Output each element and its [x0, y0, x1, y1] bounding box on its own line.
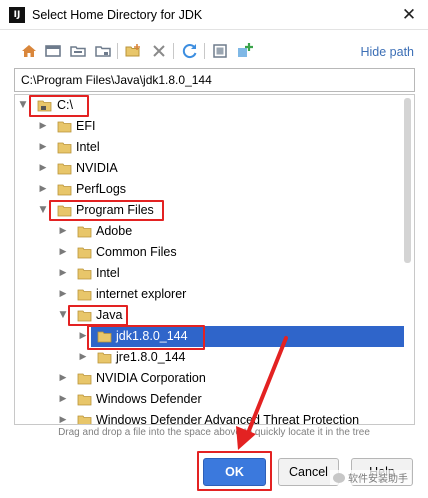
tree-row-windows-defender[interactable]: ▶ Windows Defender	[15, 389, 404, 410]
collapsed-arrow-icon[interactable]: ▶	[38, 158, 48, 179]
collapsed-arrow-icon[interactable]: ▶	[58, 368, 68, 389]
tree-row-adobe[interactable]: ▶ Adobe	[15, 221, 404, 242]
toolbar-separator	[117, 43, 118, 59]
tree-item-label: Adobe	[96, 224, 133, 238]
home-icon[interactable]	[20, 42, 38, 60]
collapsed-arrow-icon[interactable]: ▶	[58, 410, 68, 424]
tree-row-internet-explorer[interactable]: ▶ internet explorer	[15, 284, 404, 305]
tree-item-label: Windows Defender	[96, 392, 202, 406]
folder-icon	[97, 351, 112, 364]
title-bar: IJ Select Home Directory for JDK ✕	[0, 0, 428, 30]
intellij-app-icon: IJ	[9, 7, 25, 23]
tree-item-label: jre1.8.0_144	[116, 350, 186, 364]
watermark-text: 软件安装助手	[348, 474, 408, 485]
annotation-box-drive	[29, 95, 89, 117]
watermark: 软件安装助手	[330, 470, 411, 485]
project-icon[interactable]	[69, 42, 87, 60]
collapsed-arrow-icon[interactable]: ▶	[58, 263, 68, 284]
tree-item-label: internet explorer	[96, 287, 187, 301]
add-icon[interactable]	[236, 42, 254, 60]
folder-icon	[77, 372, 92, 385]
tree-row-intel-pf[interactable]: ▶ Intel	[15, 263, 404, 284]
collapsed-arrow-icon[interactable]: ▶	[38, 137, 48, 158]
collapsed-arrow-icon[interactable]: ▶	[58, 221, 68, 242]
annotation-box-java	[68, 305, 128, 326]
ok-button[interactable]: OK	[203, 458, 266, 486]
toolbar-separator	[173, 43, 174, 59]
expanded-arrow-icon[interactable]: ▼	[18, 95, 28, 116]
delete-icon[interactable]	[150, 42, 168, 60]
show-hidden-icon[interactable]	[211, 42, 229, 60]
new-folder-icon[interactable]	[124, 42, 142, 60]
tree-row-jdk-selected[interactable]: ▶ jdk1.8.0_144	[15, 326, 404, 347]
tree-item-label: Windows Defender Advanced Threat Protect…	[96, 413, 360, 425]
folder-icon	[77, 246, 92, 259]
tree-item-label: EFI	[76, 119, 96, 133]
toolbar: Hide path	[0, 38, 428, 64]
folder-icon	[57, 183, 72, 196]
tree-item-label: Common Files	[96, 245, 177, 259]
expanded-arrow-icon[interactable]: ▼	[58, 305, 68, 326]
collapsed-arrow-icon[interactable]: ▶	[58, 284, 68, 305]
tree-item-label: NVIDIA Corporation	[96, 371, 206, 385]
collapsed-arrow-icon[interactable]: ▶	[58, 242, 68, 263]
tree-row-jre[interactable]: ▶ jre1.8.0_144	[15, 347, 404, 368]
folder-icon	[77, 267, 92, 280]
desktop-icon[interactable]	[44, 42, 62, 60]
vertical-scrollbar[interactable]	[404, 98, 411, 263]
wechat-icon	[333, 473, 345, 483]
collapsed-arrow-icon[interactable]: ▶	[38, 116, 48, 137]
collapsed-arrow-icon[interactable]: ▶	[58, 389, 68, 410]
annotation-box-jdk	[87, 325, 205, 350]
tree-item-label: Intel	[96, 266, 120, 280]
tree-item-label: NVIDIA	[76, 161, 118, 175]
folder-icon	[77, 225, 92, 238]
folder-icon	[57, 162, 72, 175]
expanded-arrow-icon[interactable]: ▼	[38, 200, 48, 221]
tree-row-windows-defender-atp[interactable]: ▶ Windows Defender Advanced Threat Prote…	[15, 410, 404, 425]
folder-icon	[77, 393, 92, 406]
tree-row-perflogs[interactable]: ▶ PerfLogs	[15, 179, 404, 200]
tree-row-intel[interactable]: ▶ Intel	[15, 137, 404, 158]
tree-item-label: PerfLogs	[76, 182, 127, 196]
refresh-icon[interactable]	[181, 42, 199, 60]
tree-row-common-files[interactable]: ▶ Common Files	[15, 242, 404, 263]
folder-icon	[77, 288, 92, 301]
tree-row-nvidia[interactable]: ▶ NVIDIA	[15, 158, 404, 179]
hide-path-link[interactable]: Hide path	[360, 45, 414, 59]
dialog-title: Select Home Directory for JDK	[32, 8, 203, 22]
drag-drop-hint: Drag and drop a file into the space abov…	[58, 427, 370, 438]
toolbar-separator	[204, 43, 205, 59]
collapsed-arrow-icon[interactable]: ▶	[38, 179, 48, 200]
close-icon[interactable]: ✕	[398, 4, 420, 26]
module-icon[interactable]	[94, 42, 112, 60]
folder-icon	[57, 141, 72, 154]
directory-tree[interactable]: ▼ C:\ ▶ EFI ▶ Intel ▶ NVIDIA ▶ PerfLogs	[14, 94, 415, 425]
folder-icon	[57, 120, 72, 133]
path-input[interactable]: C:\Program Files\Java\jdk1.8.0_144	[14, 68, 415, 92]
annotation-box-program-files	[49, 200, 164, 221]
folder-icon	[77, 414, 92, 424]
collapsed-arrow-icon[interactable]: ▶	[78, 347, 88, 368]
tree-item-label: Intel	[76, 140, 100, 154]
tree-row-nvidia-corporation[interactable]: ▶ NVIDIA Corporation	[15, 368, 404, 389]
tree-row-efi[interactable]: ▶ EFI	[15, 116, 404, 137]
